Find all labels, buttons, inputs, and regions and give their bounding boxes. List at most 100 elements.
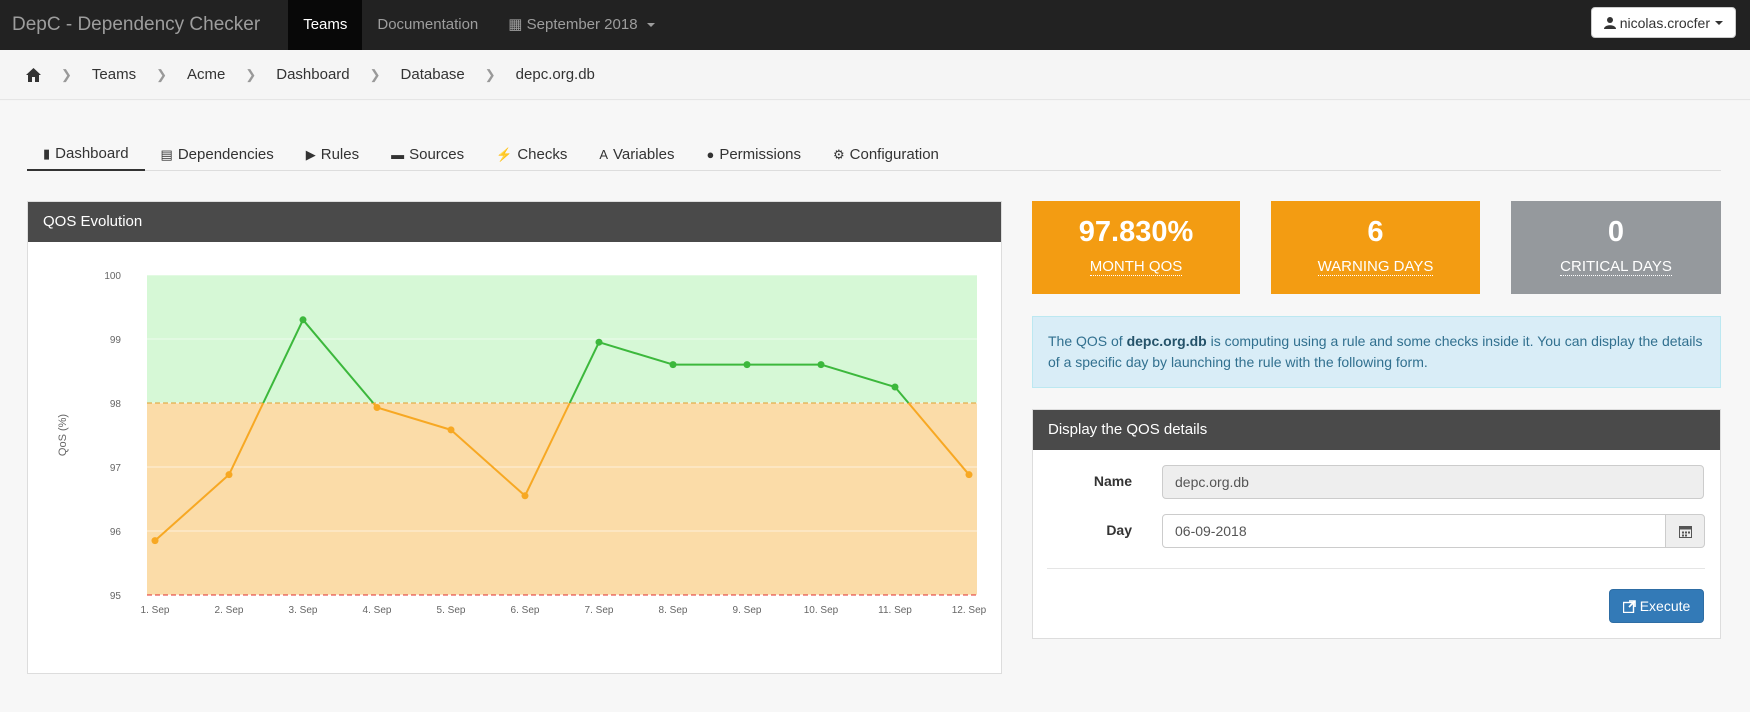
warning-days-value: 6 bbox=[1367, 216, 1384, 248]
y-tick-label: 96 bbox=[110, 527, 122, 538]
breadcrumb-label[interactable]: Database bbox=[401, 66, 465, 83]
tab-label: Sources bbox=[409, 146, 465, 163]
x-tick-label: 4. Sep bbox=[363, 605, 392, 616]
x-tick-label: 12. Sep bbox=[952, 605, 987, 616]
tab-label: Dashboard bbox=[55, 145, 129, 162]
y-tick-label: 100 bbox=[104, 271, 121, 282]
tab-checks[interactable]: ⚡ Checks bbox=[480, 138, 583, 171]
tab-rules[interactable]: ▶ Rules bbox=[290, 138, 375, 171]
x-tick-label: 8. Sep bbox=[659, 605, 688, 616]
tab-sources[interactable]: ▬ Sources bbox=[375, 138, 480, 171]
x-tick-label: 1. Sep bbox=[141, 605, 170, 616]
x-tick-label: 5. Sep bbox=[437, 605, 466, 616]
x-tick-label: 10. Sep bbox=[804, 605, 839, 616]
hdd-icon: ▬ bbox=[391, 147, 405, 162]
data-point bbox=[743, 361, 751, 369]
month-qos-label[interactable]: MONTH QOS bbox=[1089, 258, 1183, 276]
chevron-right-icon: ❯ bbox=[369, 66, 381, 82]
info-node-name: depc.org.db bbox=[1126, 333, 1207, 349]
panel-title: QOS Evolution bbox=[28, 202, 1001, 242]
chevron-down-icon bbox=[1715, 20, 1723, 25]
data-point bbox=[965, 471, 973, 479]
y-tick-label: 99 bbox=[110, 335, 122, 346]
chevron-down-icon bbox=[646, 23, 655, 28]
y-axis-label: QoS (%) bbox=[57, 414, 69, 456]
nav-teams[interactable]: Teams bbox=[288, 0, 363, 50]
data-point bbox=[669, 361, 677, 369]
user-icon bbox=[1603, 17, 1616, 29]
tab-dependencies[interactable]: ▤ Dependencies bbox=[145, 138, 290, 171]
x-tick-label: 6. Sep bbox=[511, 605, 540, 616]
x-tick-label: 11. Sep bbox=[878, 605, 912, 616]
chevron-right-icon: ❯ bbox=[245, 66, 257, 82]
calendar-button[interactable] bbox=[1665, 514, 1705, 548]
gear-icon: ⚙ bbox=[833, 146, 845, 162]
breadcrumb-teams[interactable]: Teams bbox=[92, 66, 136, 83]
calendar-icon: ▦ bbox=[508, 16, 523, 33]
qos-evolution-panel: QOS Evolution 95 96 97 98 99 100 QoS (%) 1. Sep… bbox=[27, 201, 1002, 674]
data-point bbox=[151, 537, 159, 545]
chevron-right-icon: ❯ bbox=[61, 66, 72, 82]
tab-label: Permissions bbox=[719, 146, 801, 163]
data-point bbox=[225, 471, 233, 479]
user-menu-button[interactable]: nicolas.crocfer bbox=[1590, 7, 1736, 38]
month-qos-value: 97.830% bbox=[1078, 216, 1194, 248]
y-tick-label: 98 bbox=[110, 399, 122, 410]
tab-label: Dependencies bbox=[177, 146, 274, 163]
data-point bbox=[447, 426, 455, 434]
flash-icon: ⚡ bbox=[496, 146, 513, 162]
name-label: Name bbox=[1093, 473, 1132, 489]
day-label: Day bbox=[1106, 522, 1132, 538]
warning-zone bbox=[147, 403, 977, 595]
critical-days-card: 0 CRITICAL DAYS bbox=[1511, 201, 1721, 294]
critical-days-label[interactable]: CRITICAL DAYS bbox=[1560, 258, 1672, 276]
breadcrumb: ❯ Teams ❯ Acme ❯ Dashboard ❯ Database ❯ … bbox=[0, 50, 1750, 100]
name-input[interactable]: depc.org.db bbox=[1162, 465, 1704, 499]
user-name: nicolas.crocfer bbox=[1619, 14, 1710, 31]
panel-title: Display the QOS details bbox=[1033, 410, 1720, 450]
list-icon: ▤ bbox=[160, 146, 173, 162]
brand-title[interactable]: DepC - Dependency Checker bbox=[0, 0, 288, 50]
play-icon: ▶ bbox=[305, 146, 316, 162]
warning-days-card: 6 WARNING DAYS bbox=[1271, 201, 1480, 294]
x-tick-label: 9. Sep bbox=[733, 605, 762, 616]
tab-variables[interactable]: A Variables bbox=[583, 138, 690, 171]
user-icon: ● bbox=[706, 147, 715, 162]
warning-days-label[interactable]: WARNING DAYS bbox=[1317, 258, 1434, 276]
tab-label: Rules bbox=[320, 146, 360, 163]
x-tick-label: 3. Sep bbox=[289, 605, 318, 616]
breadcrumb-node: depc.org.db bbox=[515, 66, 595, 83]
bar-chart-icon: ▮ bbox=[43, 145, 51, 161]
period-label: September 2018 bbox=[526, 16, 638, 33]
data-point bbox=[373, 403, 381, 411]
nav-documentation[interactable]: Documentation bbox=[362, 0, 493, 50]
info-prefix: The QOS of bbox=[1048, 333, 1127, 349]
tab-dashboard[interactable]: ▮ Dashboard bbox=[27, 138, 145, 171]
day-input[interactable]: 06-09-2018 bbox=[1162, 514, 1666, 548]
data-point bbox=[521, 492, 529, 500]
breadcrumb-dashboard[interactable]: Dashboard bbox=[276, 66, 349, 83]
tab-configuration[interactable]: ⚙ Configuration bbox=[817, 138, 955, 171]
home-icon[interactable] bbox=[26, 67, 41, 82]
critical-days-value: 0 bbox=[1607, 216, 1625, 248]
calendar-icon bbox=[1678, 525, 1692, 538]
tab-permissions[interactable]: ● Permissions bbox=[690, 138, 817, 171]
execute-label: Execute bbox=[1639, 598, 1691, 614]
execute-button[interactable]: Execute bbox=[1609, 589, 1704, 623]
y-tick-label: 97 bbox=[110, 463, 122, 474]
data-point bbox=[299, 316, 307, 324]
x-tick-label: 2. Sep bbox=[215, 605, 244, 616]
qos-chart: 95 96 97 98 99 100 QoS (%) 1. Sep 2. Sep 3. Sep 4.… bbox=[57, 271, 987, 616]
font-icon: A bbox=[599, 147, 609, 162]
data-point bbox=[817, 361, 825, 369]
chevron-right-icon: ❯ bbox=[484, 66, 496, 82]
month-qos-card: 97.830% MONTH QOS bbox=[1032, 201, 1240, 294]
info-alert: The QOS of depc.org.db is computing usin… bbox=[1032, 316, 1721, 388]
divider bbox=[1047, 568, 1705, 569]
data-point bbox=[595, 338, 603, 346]
chevron-right-icon: ❯ bbox=[156, 66, 167, 82]
breadcrumb-team[interactable]: Acme bbox=[187, 66, 225, 83]
top-navbar: DepC - Dependency Checker Teams Document… bbox=[0, 0, 1750, 50]
tab-label: Configuration bbox=[849, 146, 939, 163]
nav-period-dropdown[interactable]: ▦ September 2018 bbox=[493, 0, 669, 50]
